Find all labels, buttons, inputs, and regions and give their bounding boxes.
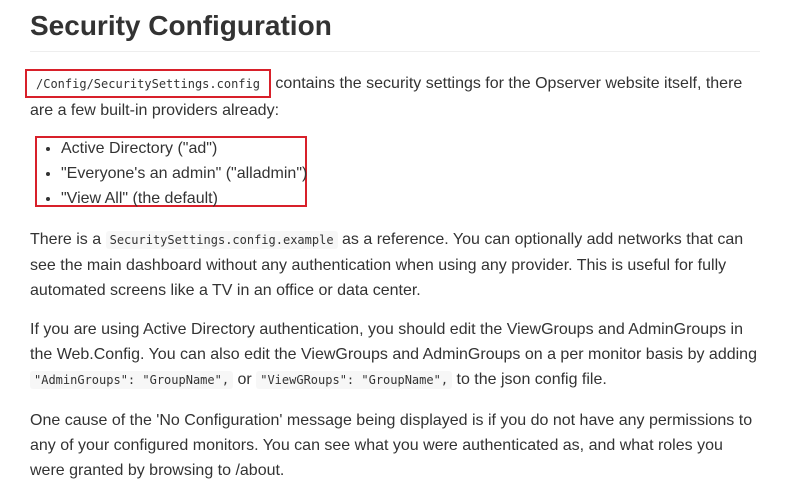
list-item: Active Directory ("ad") (61, 136, 307, 161)
config-path-code: /Config/SecuritySettings.config (36, 77, 260, 91)
reference-text-before: There is a (30, 231, 102, 248)
active-directory-paragraph: If you are using Active Directory authen… (30, 317, 760, 393)
reference-paragraph: There is a SecuritySettings.config.examp… (30, 227, 760, 303)
no-configuration-paragraph: One cause of the 'No Configuration' mess… (30, 412, 753, 479)
ad-text-after: to the json config file. (456, 371, 607, 388)
highlighted-config-path: /Config/SecuritySettings.config (25, 69, 271, 98)
admin-groups-code: "AdminGroups": "GroupName", (30, 371, 234, 389)
ad-text-or: or (237, 371, 252, 388)
example-file-code: SecuritySettings.config.example (105, 231, 338, 249)
readme-section: Security Configuration /Config/SecurityS… (25, 0, 760, 479)
view-groups-code: "ViewGRoups": "GroupName", (256, 371, 453, 389)
list-item: "View All" (the default) (61, 186, 307, 211)
ad-text-before: If you are using Active Directory authen… (30, 321, 757, 363)
list-item: "Everyone's an admin" ("alladmin") (61, 161, 307, 186)
section-heading: Security Configuration (30, 0, 760, 52)
providers-list: Active Directory ("ad") "Everyone's an a… (30, 136, 307, 211)
intro-paragraph: /Config/SecuritySettings.config contains… (25, 69, 760, 123)
